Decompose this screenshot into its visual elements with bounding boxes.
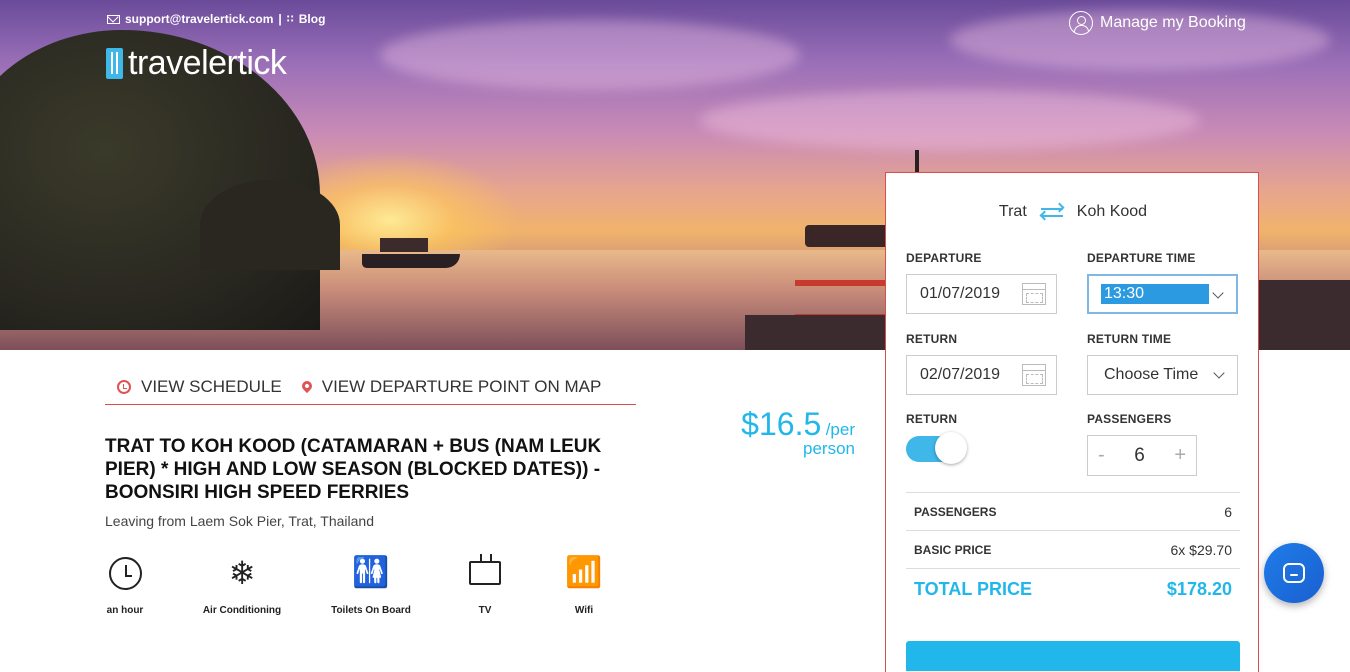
trip-tabs: VIEW SCHEDULE VIEW DEPARTURE POINT ON MA…: [105, 370, 636, 405]
total-value: $178.20: [1166, 579, 1232, 599]
return-time-select[interactable]: Choose Time: [1087, 355, 1238, 395]
return-time-label: RETURN TIME: [1087, 332, 1172, 346]
amenity-label: TV: [478, 605, 492, 616]
chat-bubble-icon: [1283, 563, 1305, 583]
departure-time-value: 13:30: [1101, 284, 1209, 304]
toilet-icon: 🚻: [352, 556, 390, 589]
tab-view-schedule[interactable]: VIEW SCHEDULE: [117, 377, 282, 397]
summary-value: 6: [1224, 503, 1232, 520]
blog-link[interactable]: Blog: [299, 12, 326, 26]
tv-icon: [469, 561, 501, 585]
departure-time-label: DEPARTURE TIME: [1087, 251, 1196, 265]
hero-cloud: [700, 90, 1200, 150]
price-per: /per: [825, 420, 855, 439]
manage-booking-link[interactable]: Manage my Booking: [1069, 11, 1246, 35]
return-date-value: 02/07/2019: [920, 366, 1001, 383]
return-toggle[interactable]: [906, 432, 967, 466]
passengers-value[interactable]: 6: [1134, 445, 1145, 467]
hero-boat: [362, 238, 460, 268]
amenity-label: an hour: [106, 605, 144, 616]
summary-label: BASIC PRICE: [914, 542, 992, 557]
booking-panel: Trat Koh Kood DEPARTURE 01/07/2019 DEPAR…: [885, 172, 1259, 672]
amenity-duration: an hour: [70, 555, 180, 616]
amenity-wifi: 📶 Wifi: [529, 555, 639, 617]
calendar-icon[interactable]: [1022, 283, 1046, 305]
top-contact-bar: support@travelertick.com | ∷ Blog: [107, 12, 325, 26]
departure-date-value: 01/07/2019: [920, 285, 1001, 302]
summary-row-passengers: PASSENGERS 6: [906, 492, 1240, 530]
user-icon: [1069, 11, 1093, 35]
summary-label: PASSENGERS: [914, 504, 997, 519]
summary-row-total: TOTAL PRICE $178.20: [906, 568, 1240, 610]
departure-time-select[interactable]: 13:30: [1087, 274, 1238, 314]
snowflake-icon: ❄: [228, 555, 256, 591]
separator: |: [278, 12, 282, 26]
return-label: RETURN: [906, 332, 958, 346]
total-label: TOTAL PRICE: [914, 579, 1033, 599]
book-button[interactable]: [906, 641, 1240, 671]
trip-title: TRAT TO KOH KOOD (CATAMARAN + BUS (NAM L…: [105, 436, 602, 503]
return-date-field[interactable]: 02/07/2019: [906, 355, 1057, 395]
clock-icon: [117, 380, 131, 394]
logo-ticket-icon: [106, 48, 123, 79]
amenity-label: Air Conditioning: [202, 605, 282, 616]
route-origin: Trat: [998, 203, 1027, 220]
swap-arrows-icon[interactable]: [1039, 202, 1065, 221]
amenity-label: Toilets On Board: [331, 605, 411, 616]
logo[interactable]: travelertick: [106, 44, 287, 83]
chevron-down-icon: [1213, 367, 1225, 379]
summary-row-basic-price: BASIC PRICE 6x $29.70: [906, 530, 1240, 568]
increment-button[interactable]: +: [1174, 444, 1186, 467]
passengers-label: PASSENGERS: [1087, 412, 1172, 426]
departure-label: DEPARTURE: [906, 251, 982, 265]
chevron-down-icon: [1212, 287, 1224, 299]
price-block: $16.5 /per person: [700, 406, 855, 459]
envelope-icon: [107, 14, 120, 24]
calendar-icon[interactable]: [1022, 364, 1046, 386]
route-header: Trat Koh Kood: [886, 202, 1260, 221]
amenity-air-conditioning: ❄ Air Conditioning: [187, 555, 297, 616]
tab-label: VIEW SCHEDULE: [141, 377, 282, 396]
price-summary: PASSENGERS 6 BASIC PRICE 6x $29.70 TOTAL…: [906, 492, 1240, 610]
return-time-value: Choose Time: [1104, 366, 1199, 383]
passengers-stepper: - 6 +: [1087, 435, 1197, 476]
tab-label: VIEW DEPARTURE POINT ON MAP: [321, 377, 602, 396]
rss-icon: ∷: [286, 13, 294, 25]
hero-cloud: [380, 20, 800, 90]
route-destination: Koh Kood: [1076, 203, 1148, 220]
amenity-tv: TV: [430, 555, 540, 616]
price-unit: person: [803, 439, 855, 458]
logo-text: travelertick: [128, 44, 287, 82]
chat-button[interactable]: [1264, 543, 1324, 603]
departure-location: Leaving from Laem Sok Pier, Trat, Thaila…: [105, 513, 374, 529]
amenity-toilets: 🚻 Toilets On Board: [316, 555, 426, 617]
decrement-button[interactable]: -: [1098, 444, 1105, 467]
return-toggle-label: RETURN: [906, 412, 958, 426]
departure-date-field[interactable]: 01/07/2019: [906, 274, 1057, 314]
support-email-link[interactable]: support@travelertick.com: [125, 12, 273, 26]
amenity-label: Wifi: [574, 605, 594, 616]
summary-value: 6x $29.70: [1170, 541, 1233, 558]
wifi-icon: 📶: [565, 556, 603, 589]
map-pin-icon: [299, 378, 314, 393]
tab-view-map[interactable]: VIEW DEPARTURE POINT ON MAP: [299, 377, 602, 397]
hero-island: [200, 180, 340, 270]
manage-booking-label: Manage my Booking: [1100, 14, 1246, 31]
price-amount: $16.5: [741, 406, 822, 442]
clock-icon: [108, 556, 142, 590]
